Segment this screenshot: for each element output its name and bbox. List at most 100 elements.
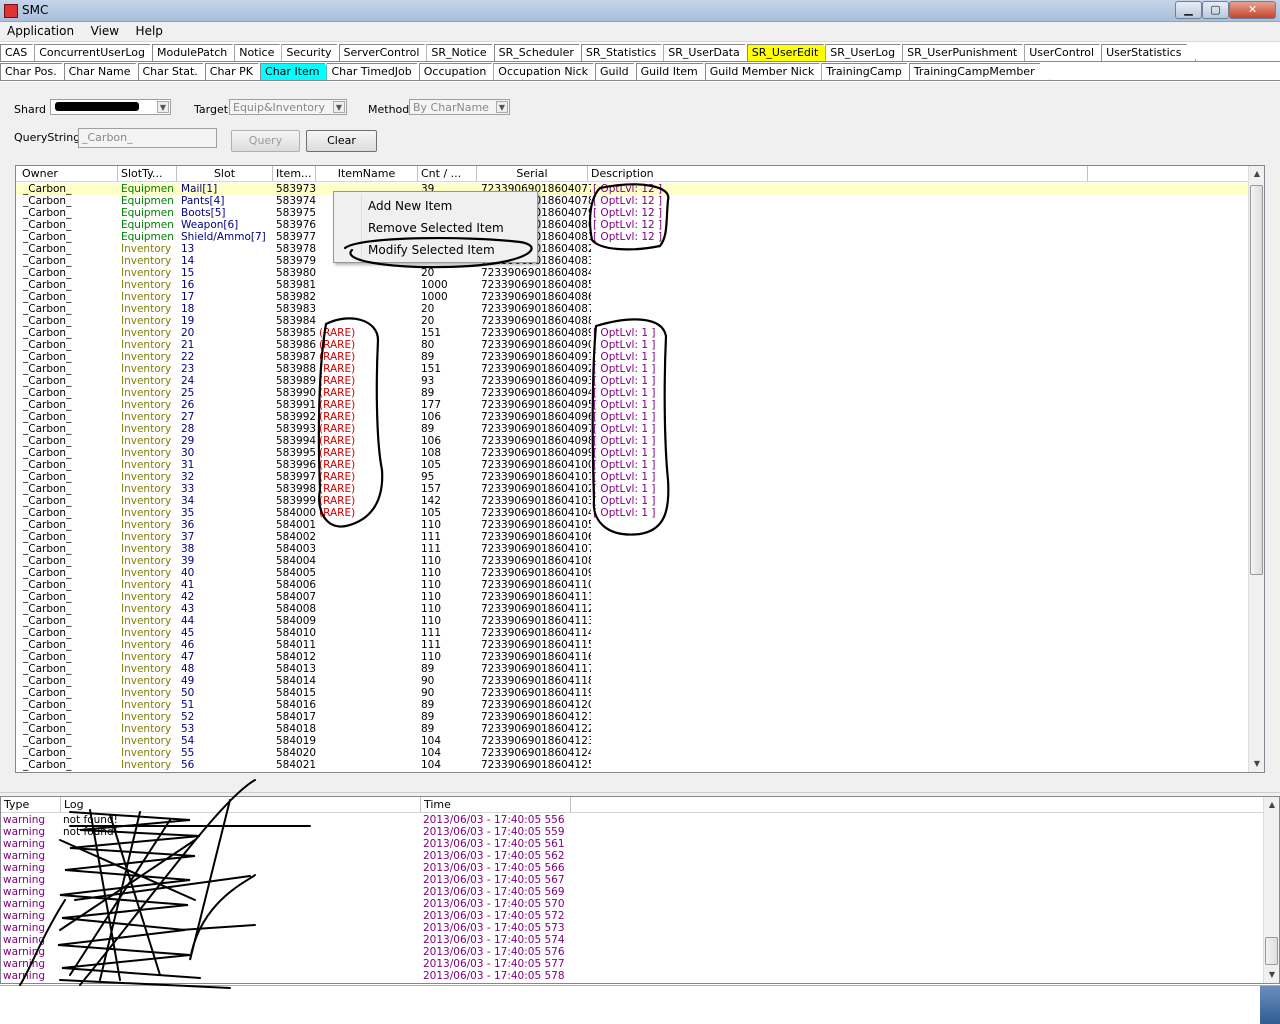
menu-remove-selected-item[interactable]: Remove Selected Item: [368, 221, 504, 235]
method-combo[interactable]: By CharName ▼: [409, 99, 510, 115]
tab-sr-notice[interactable]: SR_Notice: [426, 44, 501, 61]
tab-usercontrol[interactable]: UserControl: [1024, 44, 1109, 61]
menu-view[interactable]: View: [84, 22, 125, 38]
table-row[interactable]: _Carbon_ Inventory 28 583993 (RARE) 89 7233906…: [16, 423, 1248, 435]
table-row[interactable]: _Carbon_ Inventory 41 584006 110 723390690186…: [16, 579, 1248, 591]
query-button[interactable]: Query: [231, 130, 300, 152]
table-row[interactable]: _Carbon_ Inventory 43 584008 110 723390690186…: [16, 603, 1248, 615]
menu-add-new-item[interactable]: Add New Item: [368, 199, 452, 213]
arrow-up-icon[interactable]: ▲: [1264, 797, 1279, 813]
table-row[interactable]: _Carbon_ Inventory 24 583989 (RARE) 93 7233906…: [16, 375, 1248, 387]
tab-sr-userdata[interactable]: SR_UserData: [663, 44, 754, 61]
log-list[interactable]: Type Log Time warning not found! 2013/06/0…: [0, 796, 1280, 984]
close-button[interactable]: ✕: [1229, 1, 1276, 19]
table-row[interactable]: _Carbon_ Inventory 53 584018 89 7233906901860…: [16, 723, 1248, 735]
scroll-thumb[interactable]: [1250, 185, 1263, 575]
log-row[interactable]: warning 2013/06/03 - 17:40:05 578: [1, 970, 1263, 982]
subtab-occupation[interactable]: Occupation: [419, 63, 502, 80]
table-row[interactable]: _Carbon_ Inventory 22 583987 (RARE) 89 7233906…: [16, 351, 1248, 363]
table-row[interactable]: _Carbon_EquipmenWeapon[6]583976723390690…: [16, 219, 1248, 231]
table-row[interactable]: _Carbon_ Inventory 15 583980 20 7233906901860…: [16, 267, 1248, 279]
subtab-char-stat[interactable]: Char Stat.: [138, 63, 213, 80]
table-row[interactable]: _Carbon_ Inventory 37 584002 111 723390690186…: [16, 531, 1248, 543]
table-row[interactable]: _Carbon_ Inventory 19 583984 20 7233906901860…: [16, 315, 1248, 327]
tab-sr-scheduler[interactable]: SR_Scheduler: [494, 44, 589, 61]
log-row[interactable]: warning 2013/06/03 - 17:40:05 576: [1, 946, 1263, 958]
table-row[interactable]: _Carbon_ Inventory 35 584000 (RARE) 105 723390…: [16, 507, 1248, 519]
table-row[interactable]: _Carbon_ Inventory 33 583998 (RARE) 157 723390…: [16, 483, 1248, 495]
log-row[interactable]: warning 2013/06/03 - 17:40:05 570: [1, 898, 1263, 910]
menu-modify-selected-item[interactable]: Modify Selected Item: [368, 243, 495, 257]
subtab-trainingcamp[interactable]: TrainingCamp: [821, 63, 917, 80]
table-row[interactable]: _Carbon_EquipmenBoots[5]5839757233906901…: [16, 207, 1248, 219]
log-row[interactable]: warning 2013/06/03 - 17:40:05 572: [1, 910, 1263, 922]
tab-concurrentuserlog[interactable]: ConcurrentUserLog: [34, 44, 160, 61]
table-row[interactable]: _Carbon_ Inventory 34 583999 (RARE) 142 723390…: [16, 495, 1248, 507]
col-item-id[interactable]: Item...: [273, 166, 316, 181]
log-row[interactable]: warning 2013/06/03 - 17:40:05 577: [1, 958, 1263, 970]
arrow-up-icon[interactable]: ▲: [1249, 166, 1264, 182]
subtab-occupation-nick[interactable]: Occupation Nick: [493, 63, 603, 80]
log-col-type[interactable]: Type: [1, 797, 61, 812]
log-row[interactable]: warning 2013/06/03 - 17:40:05 567: [1, 874, 1263, 886]
table-row[interactable]: _Carbon_ Inventory 16 583981 1000 72339069018…: [16, 279, 1248, 291]
table-row[interactable]: _Carbon_ Inventory 45 584010 111 723390690186…: [16, 627, 1248, 639]
col-count[interactable]: Cnt / ...: [418, 166, 477, 181]
item-grid[interactable]: Owner SlotTy... Slot Item... ItemName Cn…: [15, 165, 1265, 773]
subtab-trainingcampmember[interactable]: TrainingCampMember: [909, 63, 1050, 80]
table-row[interactable]: _Carbon_Inventory14583979723390690186040…: [16, 255, 1248, 267]
subtab-char-pos[interactable]: Char Pos.: [0, 63, 72, 80]
table-row[interactable]: _Carbon_ Inventory 38 584003 111 723390690186…: [16, 543, 1248, 555]
table-row[interactable]: _Carbon_ Inventory 42 584007 110 723390690186…: [16, 591, 1248, 603]
table-row[interactable]: _Carbon_ Inventory 32 583997 (RARE) 95 7233906…: [16, 471, 1248, 483]
tab-notice[interactable]: Notice: [234, 44, 289, 61]
tab-sr-statistics[interactable]: SR_Statistics: [581, 44, 671, 61]
subtab-guild-item[interactable]: Guild Item: [636, 63, 713, 80]
col-slottype[interactable]: SlotTy...: [118, 166, 177, 181]
col-description[interactable]: Description: [588, 166, 1088, 181]
subtab-char-name[interactable]: Char Name: [64, 63, 146, 80]
table-row[interactable]: _Carbon_ Inventory 50 584015 90 7233906901860…: [16, 687, 1248, 699]
table-row[interactable]: _Carbon_ Inventory 52 584017 89 7233906901860…: [16, 711, 1248, 723]
minimize-button[interactable]: ▁: [1175, 1, 1202, 19]
target-combo[interactable]: Equip&Inventory ▼: [229, 99, 347, 115]
table-row[interactable]: _Carbon_ Inventory 51 584016 89 7233906901860…: [16, 699, 1248, 711]
shard-combo[interactable]: ▼: [50, 99, 171, 115]
subtab-guild-member-nick[interactable]: Guild Member Nick: [705, 63, 830, 80]
table-row[interactable]: _Carbon_ Inventory 48 584013 89 7233906901860…: [16, 663, 1248, 675]
table-row[interactable]: _Carbon_ Inventory 18 583983 20 7233906901860…: [16, 303, 1248, 315]
table-row[interactable]: _Carbon_ Inventory 36 584001 110 723390690186…: [16, 519, 1248, 531]
tab-sr-userpunishment[interactable]: SR_UserPunishment: [902, 44, 1032, 61]
col-slot[interactable]: Slot: [177, 166, 273, 181]
log-row[interactable]: warning 2013/06/03 - 17:40:05 573: [1, 922, 1263, 934]
maximize-button[interactable]: ▢: [1202, 1, 1229, 19]
table-row[interactable]: _Carbon_EquipmenShield/Ammo[7]5839777233…: [16, 231, 1248, 243]
table-row[interactable]: _Carbon_ Inventory 20 583985 (RARE) 151 723390…: [16, 327, 1248, 339]
log-col-time[interactable]: Time: [421, 797, 571, 812]
subtab-char-item[interactable]: Char Item: [260, 63, 334, 80]
log-row[interactable]: warning 2013/06/03 - 17:40:05 574: [1, 934, 1263, 946]
col-serial[interactable]: Serial: [477, 166, 588, 181]
menu-help[interactable]: Help: [129, 22, 169, 38]
arrow-down-icon[interactable]: ▼: [1249, 756, 1264, 772]
log-row[interactable]: warning not found! 2013/06/03 - 17:40:05 5…: [1, 826, 1263, 838]
log-row[interactable]: warning 2013/06/03 - 17:40:05 566: [1, 862, 1263, 874]
tab-sr-useredit[interactable]: SR_UserEdit: [747, 44, 834, 61]
table-row[interactable]: _Carbon_ Inventory 27 583992 (RARE) 106 723390…: [16, 411, 1248, 423]
log-row[interactable]: warning 2013/06/03 - 17:40:05 562: [1, 850, 1263, 862]
grid-scrollbar[interactable]: ▲ ▼: [1248, 166, 1264, 772]
table-row[interactable]: _Carbon_ Inventory 46 584011 111 723390690186…: [16, 639, 1248, 651]
log-row[interactable]: warning not found! 2013/06/03 - 17:40:05 5…: [1, 814, 1263, 826]
table-row[interactable]: _Carbon_ Inventory 56 584021 104 723390690186…: [16, 759, 1248, 771]
table-row[interactable]: _Carbon_ Inventory 44 584009 110 723390690186…: [16, 615, 1248, 627]
tab-sr-userlog[interactable]: SR_UserLog: [825, 44, 910, 61]
arrow-down-icon[interactable]: ▼: [1264, 967, 1279, 983]
table-row[interactable]: _Carbon_ Inventory 23 583988 (RARE) 151 723390…: [16, 363, 1248, 375]
menu-application[interactable]: Application: [0, 22, 80, 38]
table-row[interactable]: _Carbon_ Inventory 40 584005 110 723390690186…: [16, 567, 1248, 579]
table-row[interactable]: _Carbon_ Inventory 26 583991 (RARE) 177 723390…: [16, 399, 1248, 411]
log-row[interactable]: warning 2013/06/03 - 17:40:05 561: [1, 838, 1263, 850]
table-row[interactable]: _Carbon_ Inventory 31 583996 (RARE) 105 723390…: [16, 459, 1248, 471]
subtab-char-timedjob[interactable]: Char TimedJob: [326, 63, 426, 80]
table-row[interactable]: _Carbon_ Inventory 21 583986 (RARE) 80 7233906…: [16, 339, 1248, 351]
